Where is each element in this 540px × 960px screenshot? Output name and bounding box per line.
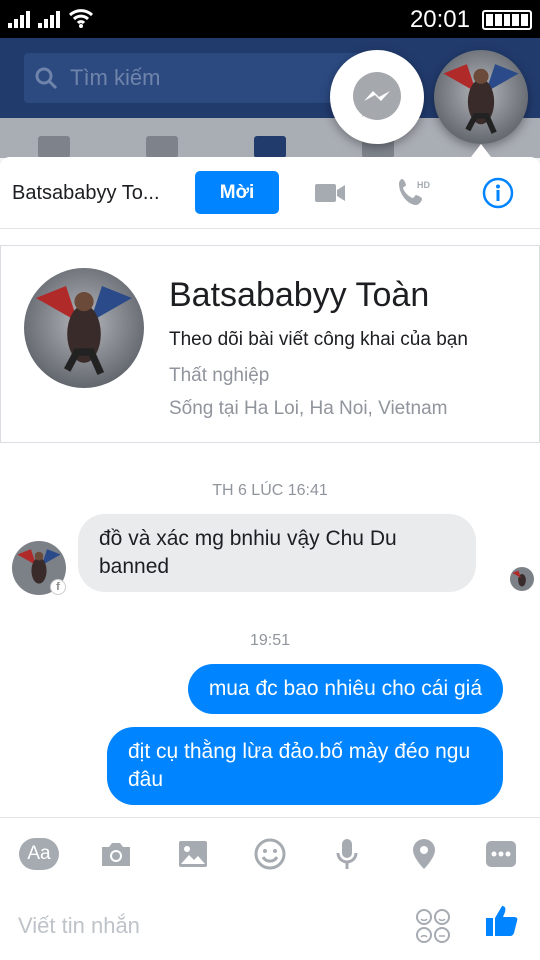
info-button[interactable]	[480, 175, 516, 211]
message-input[interactable]: Viết tin nhắn	[18, 913, 140, 939]
invite-button[interactable]: Mời	[195, 171, 279, 214]
search-placeholder: Tìm kiếm	[70, 65, 161, 90]
contact-name[interactable]: Batsababyy To...	[12, 182, 182, 205]
status-bar: 20:01	[0, 0, 540, 38]
gallery-icon	[179, 841, 207, 867]
clock: 20:01	[409, 6, 470, 33]
voice-button[interactable]	[325, 834, 369, 874]
video-call-button[interactable]	[312, 175, 348, 211]
wifi-icon	[68, 9, 94, 28]
profile-location: Sống tại Ha Loi, Ha Noi, Vietnam	[169, 398, 448, 419]
signal-icon	[8, 8, 30, 28]
microphone-icon	[336, 839, 358, 869]
message-timestamp: 19:51	[249, 632, 291, 649]
facebook-badge-icon: f	[50, 579, 66, 595]
messenger-chathead[interactable]	[330, 50, 424, 144]
profile-job: Thất nghiệp	[169, 365, 270, 386]
profile-card[interactable]: Batsababyy Toàn Theo dõi bài viết công k…	[0, 245, 540, 443]
emoji-icon	[254, 838, 286, 870]
battery-icon	[482, 10, 532, 30]
emoji-button[interactable]	[248, 834, 292, 874]
messenger-tab-icon[interactable]	[254, 136, 286, 158]
outgoing-message[interactable]: địt cụ thằng lừa đảo.bố mày đéo ngu đâu	[107, 727, 503, 805]
more-button[interactable]	[479, 834, 523, 874]
profile-follow-text: Theo dõi bài viết công khai của bạn	[169, 329, 468, 350]
message-timestamp: TH 6 LÚC 16:41	[212, 482, 328, 499]
phone-hd-icon: HD	[399, 179, 430, 205]
more-icon	[486, 841, 516, 867]
search-icon	[35, 67, 58, 90]
contact-avatar	[510, 567, 534, 591]
aa-icon: Aa	[19, 838, 59, 870]
hd-voice-call-button[interactable]: HD	[396, 175, 432, 211]
contact-avatar	[434, 50, 528, 144]
chathead-pointer	[471, 144, 491, 157]
message-composer: Aa Viết tin nhắn	[0, 817, 540, 960]
like-icon[interactable]	[484, 903, 520, 939]
incoming-message[interactable]: đồ và xác mg bnhiu vậy Chu Du banned	[78, 514, 476, 592]
gallery-button[interactable]	[171, 834, 215, 874]
svg-text:HD: HD	[417, 180, 430, 190]
seen-indicator-avatar	[510, 567, 534, 591]
chat-panel: Batsababyy To... Mời HD Batsababyy Toàn …	[0, 157, 540, 960]
search-bar[interactable]: Tìm kiếm	[24, 53, 364, 103]
messenger-icon	[353, 72, 401, 120]
location-button[interactable]	[402, 834, 446, 874]
signal-icon	[38, 8, 60, 28]
camera-icon	[102, 843, 130, 866]
location-icon	[413, 839, 435, 869]
news-feed-tab-icon[interactable]	[38, 136, 70, 158]
emoji-keyboard-icon[interactable]	[415, 908, 451, 944]
contact-avatar	[24, 268, 144, 388]
friends-tab-icon[interactable]	[146, 136, 178, 158]
contact-chathead[interactable]	[434, 50, 528, 144]
camera-button[interactable]	[94, 834, 138, 874]
profile-avatar[interactable]	[24, 268, 144, 388]
profile-name: Batsababyy Toàn	[169, 276, 430, 314]
outgoing-message[interactable]: mua đc bao nhiêu cho cái giá	[187, 664, 503, 714]
info-icon	[482, 177, 514, 209]
aa-button[interactable]: Aa	[17, 834, 61, 874]
conversation-header: Batsababyy To... Mời HD	[0, 157, 540, 229]
video-camera-icon	[315, 184, 345, 202]
